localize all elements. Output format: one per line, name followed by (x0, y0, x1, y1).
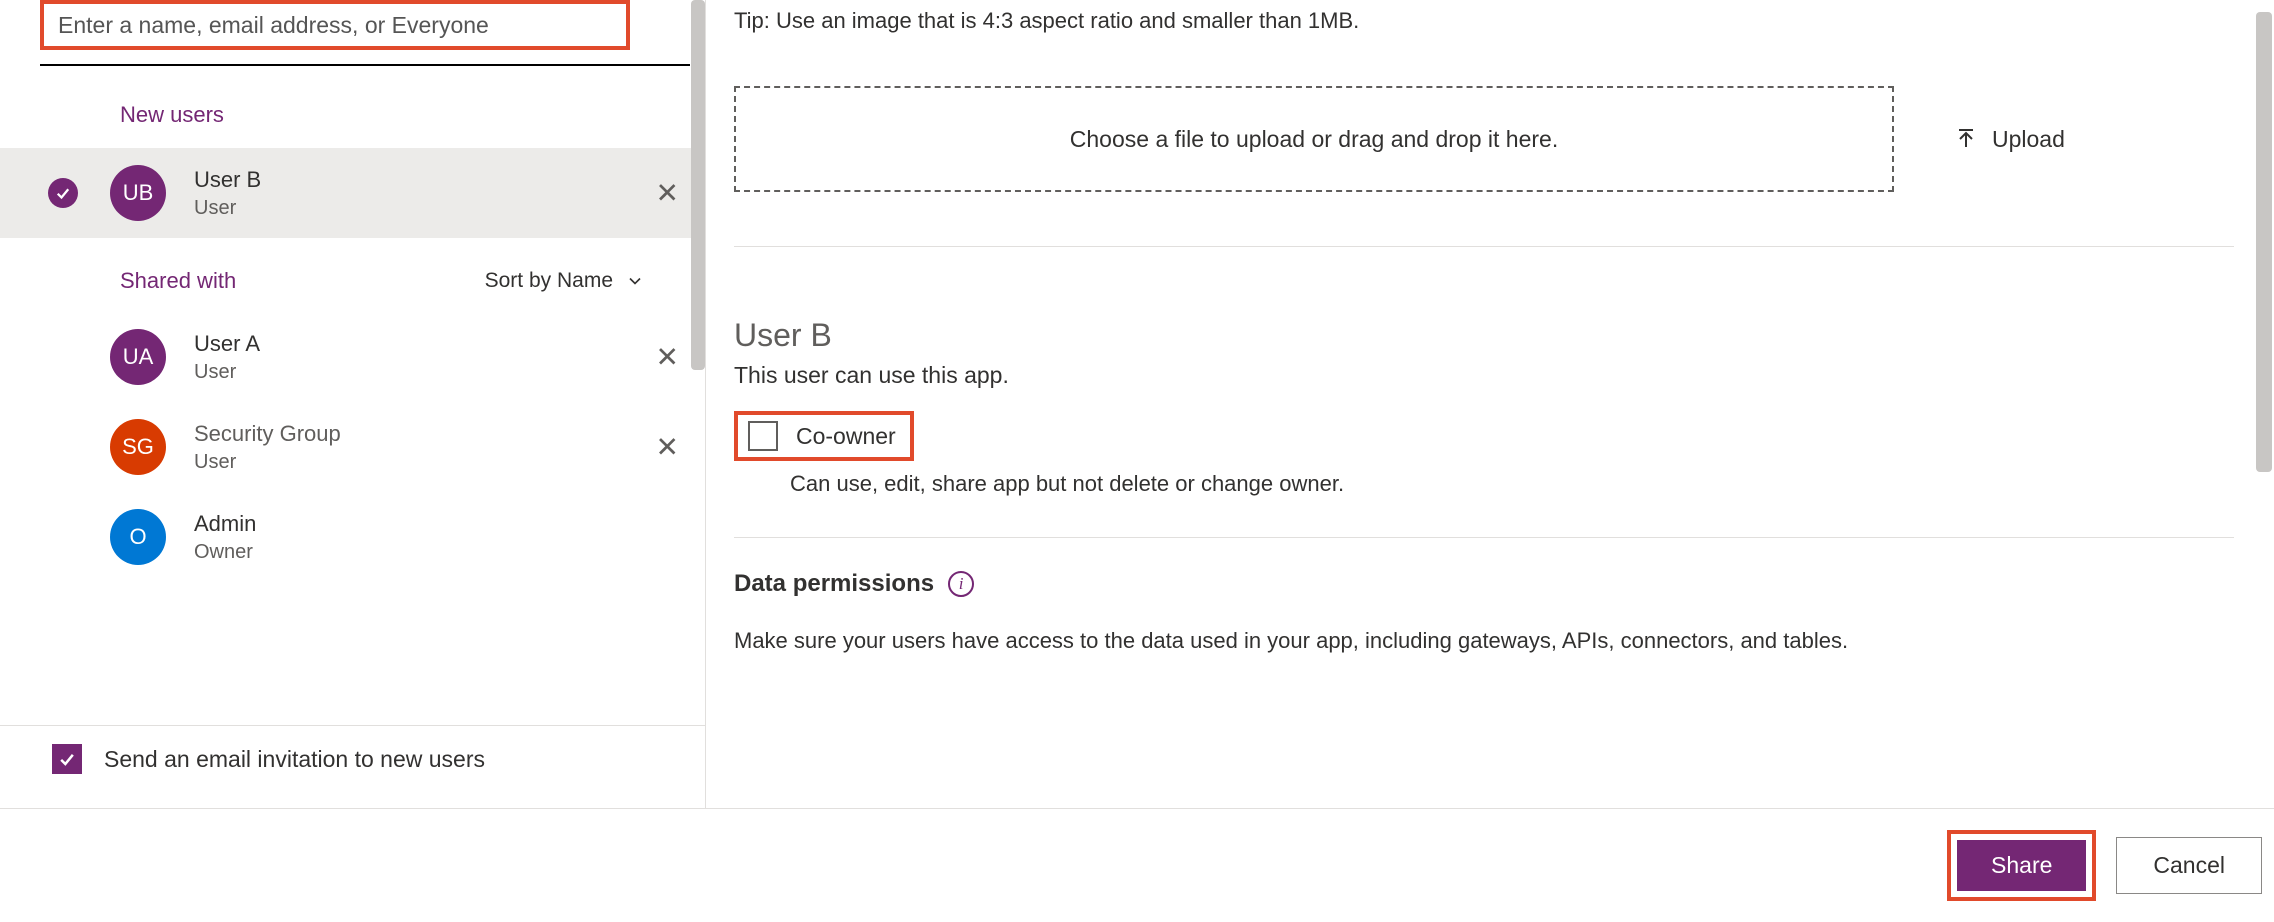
user-role: Owner (194, 541, 256, 564)
selected-check-icon (48, 178, 78, 208)
user-role: User (194, 451, 341, 474)
data-permissions-text: Make sure your users have access to the … (734, 628, 2234, 654)
sort-label: Sort by Name (485, 269, 613, 293)
divider (734, 246, 2234, 247)
chevron-down-icon (625, 271, 645, 291)
right-scrollbar[interactable] (2256, 12, 2272, 472)
upload-dropzone[interactable]: Choose a file to upload or drag and drop… (734, 86, 1894, 192)
email-invite-label: Send an email invitation to new users (104, 746, 485, 773)
user-role: User (194, 361, 260, 384)
sort-dropdown[interactable]: Sort by Name (485, 269, 645, 293)
cancel-button[interactable]: Cancel (2116, 837, 2262, 894)
data-permissions-title: Data permissions (734, 570, 934, 598)
detail-user-title: User B (734, 317, 2234, 354)
email-invite-checkbox[interactable] (52, 744, 82, 774)
coowner-label: Co-owner (796, 423, 896, 450)
left-panel: New users UB User B User ✕ Shared with S… (0, 0, 705, 808)
divider (734, 537, 2234, 538)
user-name: User B (194, 167, 261, 193)
user-name: Admin (194, 511, 256, 537)
user-row[interactable]: O Admin Owner (0, 492, 705, 582)
user-name: User A (194, 331, 260, 357)
email-invite-row: Send an email invitation to new users (0, 725, 705, 774)
avatar: UB (110, 165, 166, 221)
upload-label: Upload (1992, 126, 2065, 153)
bottom-bar: Share Cancel (0, 808, 2274, 922)
avatar: UA (110, 329, 166, 385)
search-highlight (40, 0, 630, 50)
remove-user-icon[interactable]: ✕ (646, 425, 689, 470)
coowner-description: Can use, edit, share app but not delete … (790, 471, 2234, 497)
upload-icon (1954, 127, 1978, 151)
right-panel: Tip: Use an image that is 4:3 aspect rat… (706, 0, 2274, 808)
shared-with-label: Shared with (120, 268, 236, 294)
user-role: User (194, 197, 261, 220)
avatar: O (110, 509, 166, 565)
share-button[interactable]: Share (1957, 840, 2086, 891)
detail-user-subtitle: This user can use this app. (734, 362, 2234, 389)
info-icon[interactable]: i (948, 571, 974, 597)
coowner-checkbox[interactable] (748, 421, 778, 451)
user-row-selected[interactable]: UB User B User ✕ (0, 148, 705, 238)
left-scrollbar[interactable] (691, 0, 705, 370)
avatar: SG (110, 419, 166, 475)
remove-user-icon[interactable]: ✕ (646, 335, 689, 380)
search-input[interactable] (58, 12, 612, 39)
share-highlight: Share (1947, 830, 2096, 901)
user-name: Security Group (194, 421, 341, 447)
upload-tip: Tip: Use an image that is 4:3 aspect rat… (734, 8, 2234, 34)
coowner-highlight: Co-owner (734, 411, 914, 461)
remove-user-icon[interactable]: ✕ (646, 171, 689, 216)
new-users-label: New users (0, 66, 705, 148)
upload-button[interactable]: Upload (1954, 126, 2065, 153)
user-row[interactable]: SG Security Group User ✕ (0, 402, 705, 492)
user-row[interactable]: UA User A User ✕ (0, 312, 705, 402)
